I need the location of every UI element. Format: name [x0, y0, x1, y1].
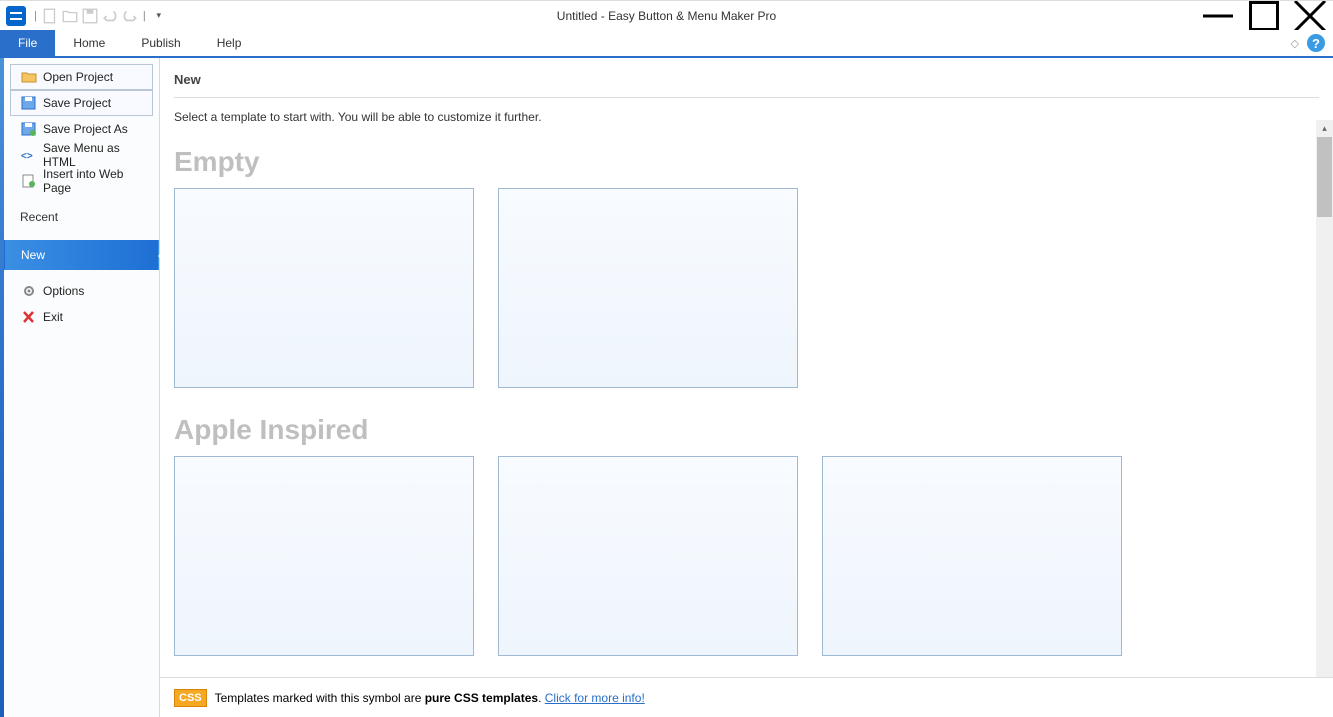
gear-icon: [21, 284, 37, 298]
sidebar-item-options[interactable]: Options: [10, 278, 153, 304]
sidebar-item-save-project[interactable]: Save Project: [10, 90, 153, 116]
sidebar-item-label: Options: [43, 284, 84, 298]
sidebar-item-label: Save Project As: [43, 122, 128, 136]
sidebar-item-label: Save Menu as HTML: [43, 141, 146, 169]
template-row: [174, 188, 1319, 388]
file-menu-sidebar: Open Project Save Project Save Project A…: [4, 58, 160, 717]
collapse-ribbon-icon[interactable]: ◇: [1291, 37, 1299, 50]
ribbon-tabs: File Home Publish Help ◇ ?: [0, 30, 1333, 58]
tab-home[interactable]: Home: [55, 30, 123, 56]
page-title: New: [174, 72, 1319, 87]
separator: |: [34, 10, 37, 22]
sidebar-item-label: Open Project: [43, 70, 113, 84]
sidebar-item-label: Exit: [43, 310, 63, 324]
help-icon[interactable]: ?: [1307, 34, 1325, 52]
new-file-icon[interactable]: [41, 7, 59, 25]
redo-icon[interactable]: [121, 7, 139, 25]
svg-text:<>: <>: [21, 151, 33, 162]
content-panel: New Select a template to start with. You…: [160, 58, 1333, 717]
window-title: Untitled - Easy Button & Menu Maker Pro: [557, 9, 776, 23]
minimize-button[interactable]: [1195, 1, 1241, 31]
insert-page-icon: [21, 174, 37, 188]
scroll-thumb[interactable]: [1317, 137, 1332, 217]
app-icon: [6, 6, 26, 26]
footer-link[interactable]: Click for more info!: [545, 691, 645, 705]
templates-viewport: Empty Apple Inspired: [160, 132, 1333, 677]
maximize-button[interactable]: [1241, 1, 1287, 31]
close-x-icon: [21, 310, 37, 324]
customize-dropdown-icon[interactable]: ▾: [150, 7, 168, 25]
save-icon[interactable]: [81, 7, 99, 25]
folder-open-icon: [21, 70, 37, 84]
tab-file[interactable]: File: [0, 30, 55, 56]
titlebar: | | ▾ Untitled - Easy Button & Menu Make…: [0, 0, 1333, 30]
sidebar-item-label: Save Project: [43, 96, 111, 110]
sidebar-item-new[interactable]: New: [4, 240, 159, 270]
quick-access-toolbar: | | ▾: [0, 6, 168, 26]
sidebar-item-save-menu-html[interactable]: <> Save Menu as HTML: [10, 142, 153, 168]
scroll-up-icon[interactable]: ▴: [1316, 120, 1333, 137]
html-code-icon: <>: [21, 148, 37, 162]
open-icon[interactable]: [61, 7, 79, 25]
undo-icon[interactable]: [101, 7, 119, 25]
sidebar-item-recent[interactable]: Recent: [4, 202, 159, 232]
scrollbar[interactable]: ▴: [1316, 120, 1333, 677]
floppy-icon: [21, 96, 37, 110]
css-badge: CSS: [174, 689, 207, 707]
footer-bar: CSS Templates marked with this symbol ar…: [160, 677, 1333, 717]
sidebar-item-label: New: [21, 248, 45, 262]
section-heading-apple: Apple Inspired: [174, 414, 1319, 446]
floppy-as-icon: [21, 122, 37, 136]
sidebar-item-label: Insert into Web Page: [43, 167, 146, 195]
main-area: Open Project Save Project Save Project A…: [0, 58, 1333, 717]
sidebar-item-insert-web-page[interactable]: Insert into Web Page: [10, 168, 153, 194]
footer-text: Templates marked with this symbol are pu…: [215, 691, 645, 705]
sidebar-item-exit[interactable]: Exit: [10, 304, 153, 330]
window-controls: [1195, 1, 1333, 31]
content-header: New: [160, 58, 1333, 93]
close-button[interactable]: [1287, 1, 1333, 31]
tab-publish[interactable]: Publish: [123, 30, 198, 56]
sidebar-item-open-project[interactable]: Open Project: [10, 64, 153, 90]
template-card[interactable]: [174, 456, 474, 656]
content-description: Select a template to start with. You wil…: [160, 98, 1333, 132]
separator: |: [143, 10, 146, 22]
tab-help[interactable]: Help: [199, 30, 260, 56]
template-card[interactable]: [174, 188, 474, 388]
template-card[interactable]: [498, 188, 798, 388]
section-heading-empty: Empty: [174, 146, 1319, 178]
template-card[interactable]: [822, 456, 1122, 656]
sidebar-item-save-project-as[interactable]: Save Project As: [10, 116, 153, 142]
template-card[interactable]: [498, 456, 798, 656]
template-row: [174, 456, 1319, 656]
